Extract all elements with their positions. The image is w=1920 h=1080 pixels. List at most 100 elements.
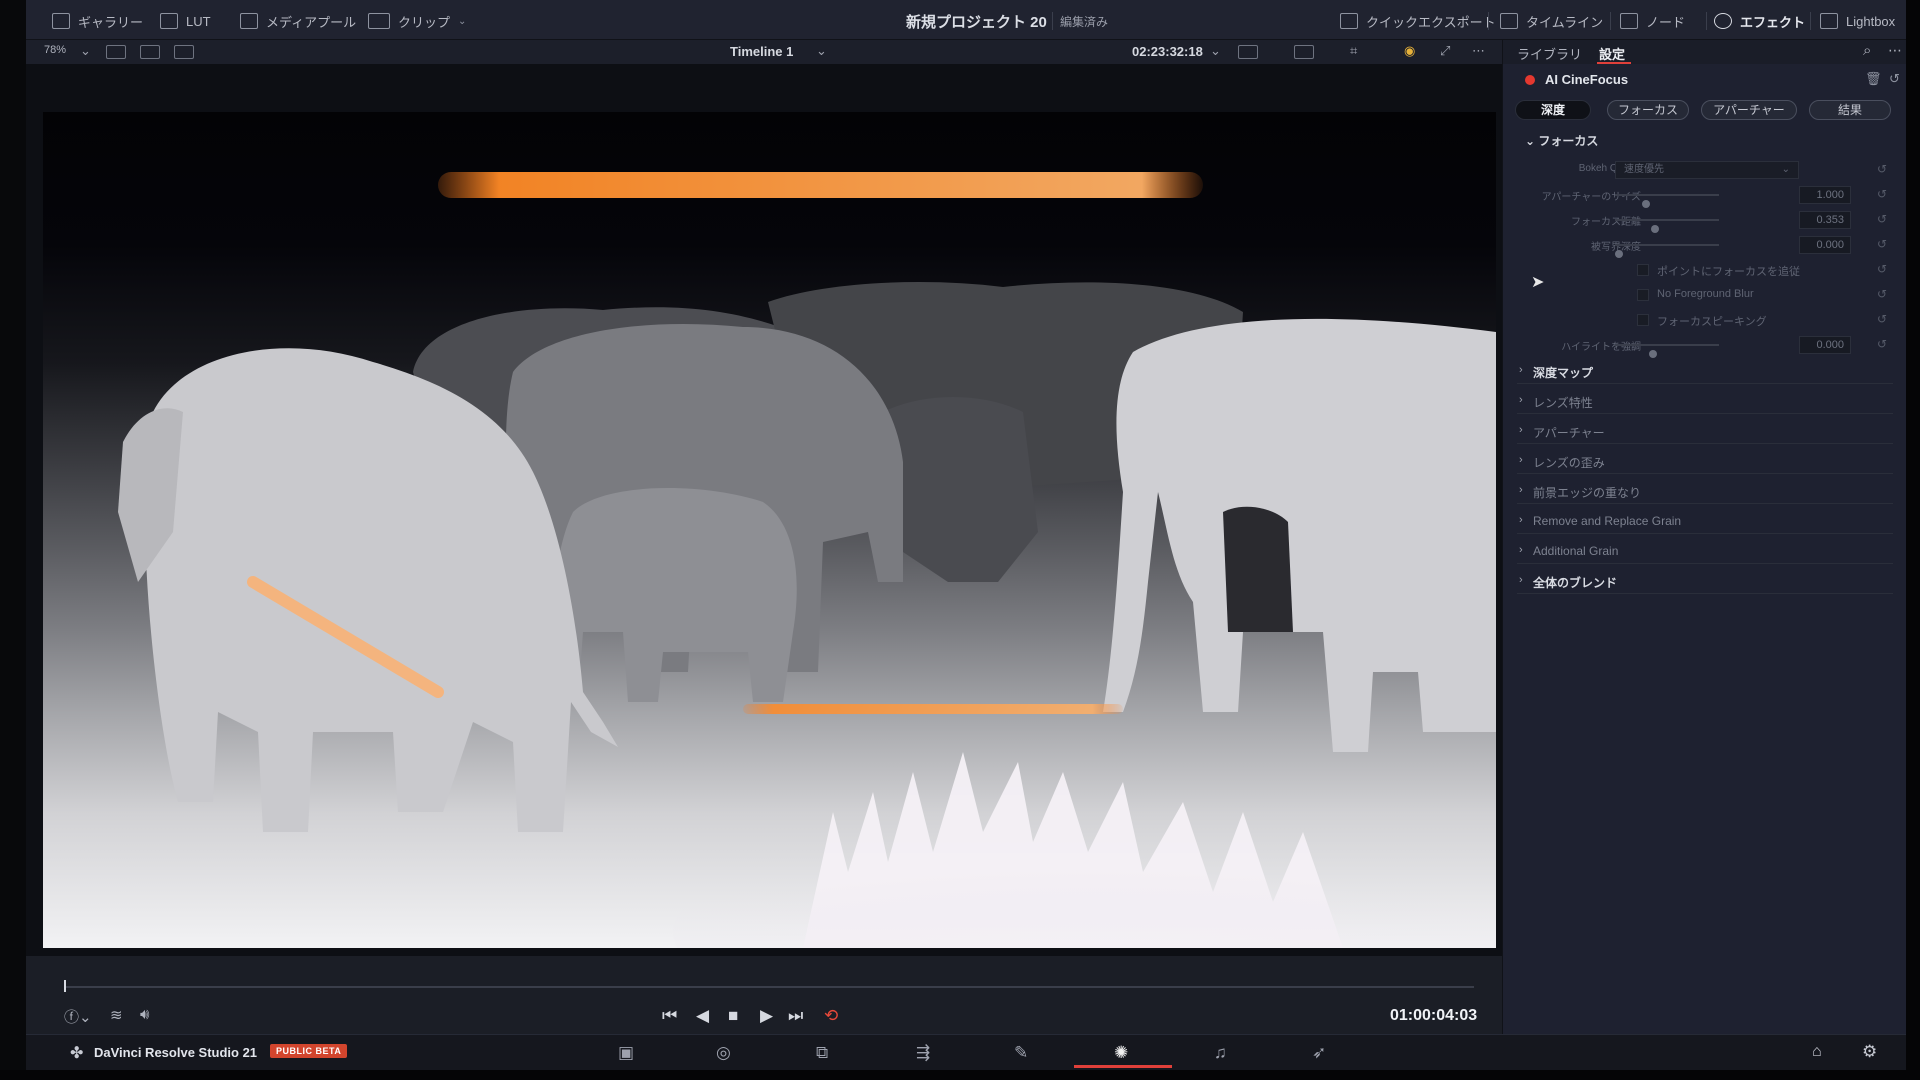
reset-icon[interactable]: ↺ (1877, 212, 1887, 226)
bokeh-quality-select[interactable]: 速度優先 ⌄ (1615, 161, 1799, 179)
highlight-boost-slider[interactable] (1615, 344, 1719, 358)
timeline-selector[interactable]: Timeline 1 (730, 44, 793, 59)
home-icon[interactable]: ⌂ (1812, 1043, 1822, 1061)
section-lens-distortion[interactable]: › レンズの歪み (1517, 450, 1893, 474)
cut-page-icon[interactable]: ◎ (716, 1043, 731, 1063)
quick-export-button[interactable]: クイックエクスポート (1340, 10, 1496, 32)
reset-icon[interactable]: ↺ (1877, 237, 1887, 251)
segment-result[interactable]: 結果 (1809, 100, 1891, 120)
project-title: 新規プロジェクト 20 (906, 14, 1047, 31)
chevron-down-icon: ⌄ (458, 15, 467, 27)
effect-enable-toggle[interactable] (1525, 75, 1535, 85)
media-pool-button[interactable]: メディアプール (240, 10, 356, 32)
depth-of-field-value[interactable]: 0.000 (1799, 236, 1851, 254)
slider-knob[interactable] (1651, 225, 1660, 233)
split-viewer-icon[interactable] (174, 45, 194, 59)
viewer-toolbar: 78% ⌄ Timeline 1 ⌄ 02:23:32:18 ⌄ ⌗ ◉ ⤢ ⋯ (26, 40, 1502, 64)
slider-knob[interactable] (1615, 250, 1623, 258)
reset-icon[interactable]: ↺ (1877, 287, 1887, 301)
section-lens-characteristics[interactable]: › レンズ特性 (1517, 390, 1893, 414)
slider-knob[interactable] (1648, 350, 1657, 358)
slider-knob[interactable] (1641, 200, 1650, 208)
chevron-down-icon[interactable]: ⌄ (1210, 43, 1221, 59)
record-timecode: 01:00:04:03 (1390, 1007, 1478, 1024)
timeline-button[interactable]: タイムライン (1500, 10, 1603, 32)
mouse-cursor-icon: ➤ (1531, 274, 1545, 291)
depth-of-field-slider[interactable] (1615, 244, 1719, 258)
edit-page-icon[interactable]: ⧉ (816, 1043, 828, 1063)
section-depth-map[interactable]: › 深度マップ (1517, 360, 1893, 384)
loop-icon[interactable]: ⟲ (824, 1006, 838, 1026)
reset-icon[interactable]: ↺ (1877, 337, 1887, 351)
chevron-down-icon[interactable]: ⌄ (80, 43, 91, 59)
skip-to-end-icon[interactable]: ⏭︎ (788, 1006, 803, 1026)
divider (1488, 12, 1489, 30)
more-icon[interactable]: ⋯ (1472, 43, 1485, 59)
source-timecode[interactable]: 02:23:32:18 (1132, 44, 1203, 59)
nodes-button[interactable]: ノード (1620, 10, 1685, 32)
davinci-logo-icon: ✤ (70, 1045, 84, 1062)
focus-distance-value[interactable]: 0.353 (1799, 211, 1851, 229)
single-viewer-icon[interactable] (106, 45, 126, 59)
color-page-icon[interactable]: ✺ (1114, 1043, 1128, 1063)
deliver-page-icon[interactable]: ➶ (1312, 1043, 1326, 1063)
gear-icon[interactable]: ⚙ (1862, 1042, 1877, 1062)
focus-distance-slider[interactable] (1615, 219, 1719, 233)
aperture-size-slider[interactable] (1615, 194, 1719, 208)
play-icon[interactable]: ▶ (760, 1006, 773, 1026)
focus-peaking-checkbox[interactable] (1637, 314, 1649, 326)
chevron-down-icon[interactable]: ⌄ (816, 43, 827, 59)
chevron-right-icon: › (1519, 514, 1523, 526)
follow-focus-point-checkbox[interactable] (1637, 264, 1649, 276)
trash-icon[interactable]: 🗑︎ (1865, 71, 1882, 87)
effects-button[interactable]: エフェクト (1714, 10, 1805, 32)
color-wheel-icon[interactable]: ◉ (1404, 43, 1415, 59)
playhead[interactable] (64, 980, 66, 992)
reset-icon[interactable]: ↺ (1877, 162, 1887, 176)
reverse-icon[interactable]: ◀ (696, 1006, 709, 1026)
inspector-tabs: ライブラリ 設定 ⌕ ⋯ (1503, 40, 1906, 64)
highlight-icon[interactable]: ⌗ (1350, 43, 1357, 59)
fullscreen-icon[interactable]: ⤢ (1440, 43, 1450, 59)
section-additional-grain[interactable]: › Additional Grain (1517, 540, 1893, 564)
section-remove-replace-grain[interactable]: › Remove and Replace Grain (1517, 510, 1893, 534)
reset-icon[interactable]: ↺ (1877, 262, 1887, 276)
stop-icon[interactable]: ■ (728, 1006, 738, 1026)
volume-icon[interactable]: 🔊︎ (140, 1006, 149, 1023)
section-focus-header[interactable]: ⌄ フォーカス (1525, 132, 1598, 149)
segment-depth[interactable]: 深度 (1515, 100, 1591, 120)
section-aperture[interactable]: › アパーチャー (1517, 420, 1893, 444)
skip-to-start-icon[interactable]: ⏮︎ (662, 1006, 677, 1026)
fairlight-fx-page-icon[interactable]: ✎ (1014, 1043, 1028, 1063)
clips-button[interactable]: クリップ ⌄ (368, 10, 466, 32)
tab-library[interactable]: ライブラリ (1517, 44, 1582, 63)
grid-viewer-icon[interactable] (140, 45, 160, 59)
section-global-blend[interactable]: › 全体のブレンド (1517, 570, 1893, 594)
reset-icon[interactable]: ↺ (1877, 312, 1887, 326)
effects-fx-icon[interactable]: ⓕ⌄ (64, 1006, 92, 1027)
lut-button[interactable]: LUT (160, 10, 211, 32)
reset-icon[interactable]: ↺ (1877, 187, 1887, 201)
segment-focus[interactable]: フォーカス (1607, 100, 1689, 120)
layers-icon[interactable]: ≋ (110, 1006, 123, 1024)
fusion-page-icon[interactable]: ⇶ (916, 1043, 930, 1063)
aperture-size-value[interactable]: 1.000 (1799, 186, 1851, 204)
reset-icon[interactable]: ↺ (1889, 71, 1900, 87)
no-foreground-blur-checkbox[interactable] (1637, 289, 1649, 301)
video-frame-depth-map[interactable] (43, 112, 1496, 948)
highlight-boost-value[interactable]: 0.000 (1799, 336, 1851, 354)
lightbox-button[interactable]: Lightbox (1820, 10, 1895, 32)
section-foreground-edge-overlap[interactable]: › 前景エッジの重なり (1517, 480, 1893, 504)
media-page-icon[interactable]: ▣ (618, 1043, 634, 1063)
search-icon[interactable]: ⌕ (1863, 42, 1871, 59)
hdr-icon[interactable] (1294, 45, 1314, 59)
gallery-button[interactable]: ギャラリー (52, 10, 143, 32)
zoom-level[interactable]: 78% (44, 44, 66, 56)
segment-aperture[interactable]: アパーチャー (1701, 100, 1797, 120)
monitor-bezel-bottom (0, 1070, 1920, 1080)
tab-settings[interactable]: 設定 (1599, 44, 1625, 63)
fairlight-page-icon[interactable]: ♫ (1214, 1043, 1227, 1063)
scrub-bar[interactable] (64, 986, 1474, 988)
more-icon[interactable]: ⋯ (1888, 42, 1902, 59)
viewer-mode-icon[interactable] (1238, 45, 1258, 59)
